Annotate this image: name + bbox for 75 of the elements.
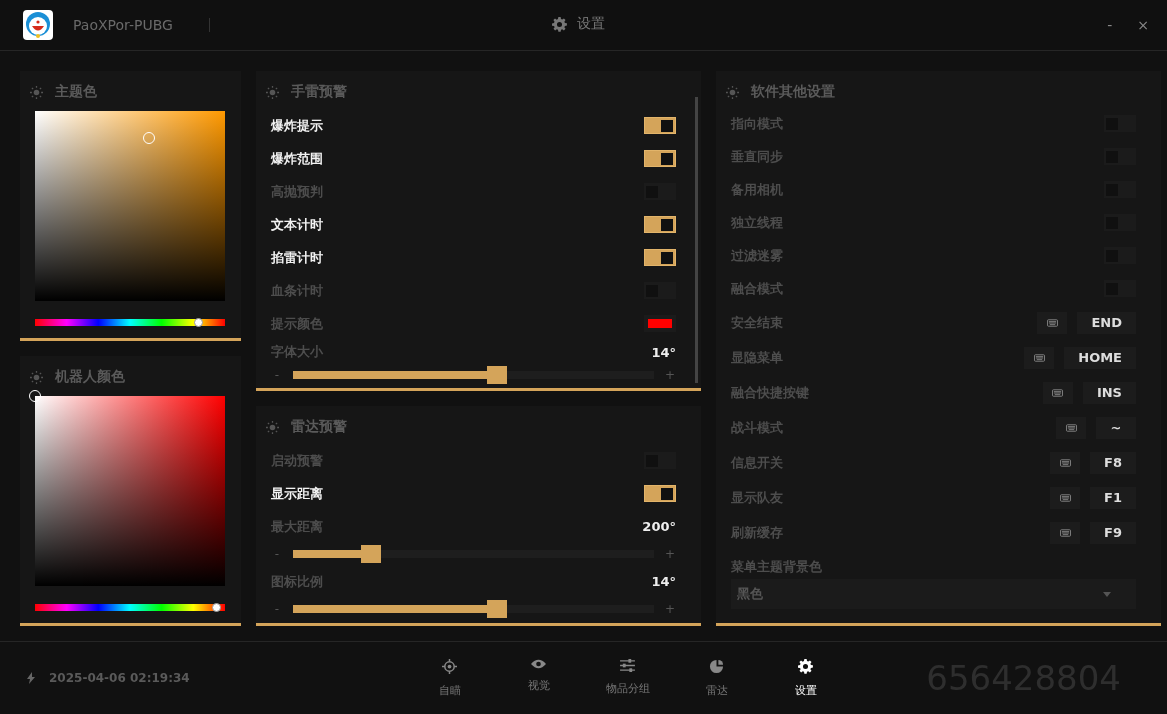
setting-label: 显示距离 [271, 484, 323, 503]
color-square[interactable] [35, 111, 225, 301]
toggle-switch[interactable] [644, 485, 676, 502]
hotkey-button[interactable]: END [1077, 311, 1136, 334]
dropdown-value: 黑色 [737, 585, 763, 603]
setting-label: 爆炸提示 [271, 116, 323, 135]
hue-slider[interactable] [35, 603, 225, 612]
minimize-button[interactable]: - [1107, 17, 1113, 33]
decrease-button[interactable]: - [271, 368, 283, 382]
setting-label: 文本计时 [271, 215, 323, 234]
datetime-text: 2025-04-06 02:19:34 [49, 671, 190, 685]
keyboard-icon[interactable] [1050, 486, 1081, 509]
slider-thumb[interactable] [487, 366, 508, 384]
hotkey-button[interactable]: ~ [1096, 416, 1136, 439]
toggle-switch[interactable] [644, 216, 676, 233]
close-button[interactable]: × [1137, 17, 1149, 33]
nav-tab[interactable]: 物品分组 [583, 658, 672, 698]
hotkey-button[interactable]: F8 [1090, 451, 1136, 474]
setting-label: 爆炸范围 [271, 149, 323, 168]
hotkey-button[interactable]: F1 [1090, 486, 1136, 509]
sliders-icon [620, 658, 635, 672]
panel-title: 手雷预警 [291, 83, 347, 101]
slider-value: 14° [651, 574, 676, 589]
color-swatch-button[interactable] [644, 315, 676, 332]
increase-button[interactable]: + [664, 602, 676, 616]
nav-tab[interactable]: 自瞄 [405, 658, 494, 698]
panel-title: 雷达预警 [291, 418, 347, 436]
scrollbar[interactable] [695, 97, 698, 383]
caret-icon [1103, 591, 1111, 597]
slider-value: 14° [651, 344, 676, 360]
app-logo-icon [23, 10, 53, 40]
hue-slider-thumb[interactable] [212, 603, 221, 612]
keyboard-icon[interactable] [1056, 416, 1086, 439]
slider-thumb[interactable] [487, 600, 508, 618]
window-title: 设置 [577, 15, 605, 33]
sun-icon [30, 370, 43, 384]
panel-title: 机器人颜色 [55, 368, 125, 386]
nav-tab[interactable]: 视觉 [494, 658, 583, 698]
crosshair-icon [442, 658, 457, 674]
slider-thumb[interactable] [361, 545, 382, 563]
keyboard-icon[interactable] [1050, 521, 1081, 544]
hue-slider[interactable] [35, 318, 225, 327]
keyboard-icon[interactable] [1024, 346, 1055, 369]
increase-button[interactable]: + [664, 368, 676, 382]
slider-value: 200° [642, 519, 676, 534]
keyboard-icon[interactable] [1050, 451, 1081, 474]
sun-icon [30, 85, 43, 99]
decrease-button[interactable]: - [271, 602, 283, 616]
sun-icon [266, 85, 279, 99]
color-square[interactable] [35, 396, 225, 586]
settings-icon [798, 658, 813, 674]
eye-icon [531, 658, 546, 669]
decrease-button[interactable]: - [271, 547, 283, 561]
panel-title: 主题色 [55, 83, 97, 101]
nav-tab[interactable]: 雷达 [672, 658, 761, 698]
increase-button[interactable]: + [664, 547, 676, 561]
dropdown[interactable]: 黑色 [731, 579, 1136, 609]
nav-tab[interactable]: 设置 [761, 658, 850, 698]
hotkey-button[interactable]: INS [1082, 381, 1136, 404]
toggle-switch[interactable] [644, 150, 676, 167]
radar-icon [709, 658, 724, 674]
hotkey-button[interactable]: F9 [1090, 521, 1136, 544]
hue-slider-thumb[interactable] [193, 318, 203, 327]
keyboard-icon[interactable] [1037, 311, 1068, 334]
settings-icon [552, 16, 567, 32]
sun-icon [726, 85, 739, 99]
toggle-switch[interactable] [644, 117, 676, 134]
app-name: PaoXPor-PUBG [73, 17, 173, 33]
lightning-icon [27, 672, 35, 684]
toggle-switch[interactable] [644, 249, 676, 266]
keyboard-icon[interactable] [1042, 381, 1073, 404]
sun-icon [266, 420, 279, 434]
panel-title: 软件其他设置 [751, 83, 835, 101]
setting-label: 掐雷计时 [271, 248, 323, 267]
hotkey-button[interactable]: HOME [1064, 346, 1136, 369]
